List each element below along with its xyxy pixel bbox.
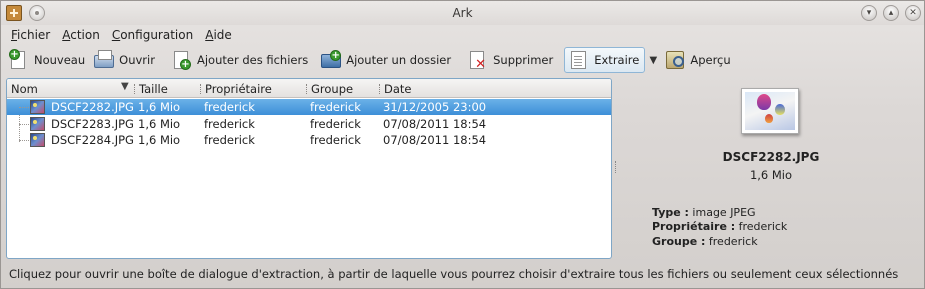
column-separator[interactable] <box>134 84 135 94</box>
add-folder-label: Ajouter un dossier <box>346 53 452 67</box>
menu-aide[interactable]: Aide <box>199 27 238 45</box>
extract-menu-chevron-down-icon[interactable]: ▼ <box>647 55 659 66</box>
preview-button[interactable]: Aperçu <box>661 47 735 73</box>
add-files-label: Ajouter des fichiers <box>196 53 309 67</box>
menu-mnemonic: C <box>111 28 121 42</box>
image-file-icon <box>30 133 45 147</box>
meta-label: Propriétaire : <box>652 220 736 233</box>
column-separator[interactable] <box>306 84 307 94</box>
image-file-icon <box>30 100 45 114</box>
column-header-owner[interactable]: Propriétaire <box>205 82 272 96</box>
cell-size: 1,6 Mio <box>138 100 181 114</box>
open-label: Ouvrir <box>119 53 155 67</box>
extract-label: Extraire <box>594 53 640 67</box>
preview-group: Groupe : frederick <box>652 235 758 248</box>
table-row[interactable]: DSCF2282.JPG 1,6 Mio frederick frederick… <box>7 99 611 115</box>
preview-filename: DSCF2282.JPG <box>722 150 820 164</box>
cell-size: 1,6 Mio <box>138 117 181 131</box>
preview-owner: Propriétaire : frederick <box>652 220 787 233</box>
cell-date: 07/08/2011 18:54 <box>383 133 487 147</box>
meta-label: Type : <box>652 206 689 219</box>
add-folder-button[interactable]: + Ajouter un dossier <box>317 47 456 73</box>
menu-label: ide <box>213 28 232 42</box>
column-header-date[interactable]: Date <box>384 82 412 96</box>
add-folder-icon: + <box>320 49 342 71</box>
menu-bar: Fichier Action Configuration Aide <box>5 27 238 45</box>
cell-group: frederick <box>310 133 361 147</box>
close-icon: ✕ <box>909 8 917 18</box>
cell-name: DSCF2283.JPG <box>51 117 134 131</box>
menu-label: ction <box>70 28 100 42</box>
column-separator[interactable] <box>379 84 380 94</box>
new-archive-button[interactable]: + Nouveau <box>5 47 90 73</box>
menu-action[interactable]: Action <box>56 27 106 45</box>
menu-label: ichier <box>17 28 51 42</box>
minimize-icon: ▾ <box>866 8 872 18</box>
maximize-button[interactable]: ▴ <box>883 5 899 21</box>
preview-type: Type : image JPEG <box>652 206 756 219</box>
delete-button[interactable]: ✕ Supprimer <box>464 47 558 73</box>
cell-date: 31/12/2005 23:00 <box>383 100 487 114</box>
menu-label: onfiguration <box>120 28 194 42</box>
main-toolbar: + Nouveau Ouvrir + Ajouter des fichiers … <box>5 46 736 74</box>
ark-window: Ark ▾ ▴ ✕ Fichier Action Configuration A… <box>0 0 925 289</box>
cell-owner: frederick <box>204 133 255 147</box>
preview-icon <box>664 49 686 71</box>
maximize-icon: ▴ <box>888 8 894 18</box>
cell-name: DSCF2284.JPG <box>51 133 134 147</box>
file-list-header: Nom ▼ Taille Propriétaire Groupe Date <box>7 79 611 98</box>
meta-value: frederick <box>735 220 788 233</box>
panel-splitter-handle[interactable] <box>615 161 617 173</box>
preview-filesize: 1,6 Mio <box>749 168 793 182</box>
preview-thumbnail <box>741 88 799 134</box>
cell-date: 07/08/2011 18:54 <box>383 117 487 131</box>
new-archive-icon: + <box>8 49 30 71</box>
cell-owner: frederick <box>204 117 255 131</box>
table-row[interactable]: DSCF2283.JPG 1,6 Mio frederick frederick… <box>7 116 611 132</box>
add-files-button[interactable]: + Ajouter des fichiers <box>168 47 313 73</box>
balloon-photo-icon <box>745 92 795 130</box>
extract-icon <box>568 49 590 71</box>
cell-name: DSCF2282.JPG <box>51 100 134 114</box>
archive-file-list[interactable]: Nom ▼ Taille Propriétaire Groupe Date DS… <box>6 78 612 259</box>
cell-group: frederick <box>310 117 361 131</box>
open-folder-icon <box>93 49 115 71</box>
new-archive-label: Nouveau <box>34 53 86 67</box>
image-file-icon <box>30 117 45 131</box>
extract-button[interactable]: Extraire <box>564 47 646 73</box>
preview-label: Aperçu <box>690 53 731 67</box>
tree-connector <box>19 124 29 125</box>
tree-connector <box>19 140 29 141</box>
status-bar-text: Cliquez pour ouvrir une boîte de dialogu… <box>9 267 899 281</box>
meta-value: image JPEG <box>688 206 756 219</box>
add-files-icon: + <box>171 49 193 71</box>
title-bar[interactable]: Ark ▾ ▴ ✕ <box>1 1 924 25</box>
menu-fichier[interactable]: Fichier <box>5 27 56 45</box>
cell-owner: frederick <box>204 100 255 114</box>
table-row[interactable]: DSCF2284.JPG 1,6 Mio frederick frederick… <box>7 132 611 148</box>
cell-size: 1,6 Mio <box>138 133 181 147</box>
minimize-button[interactable]: ▾ <box>861 5 877 21</box>
menu-configuration[interactable]: Configuration <box>106 27 199 45</box>
meta-value: frederick <box>705 235 758 248</box>
open-button[interactable]: Ouvrir <box>90 47 160 73</box>
column-header-name[interactable]: Nom <box>11 82 38 96</box>
column-separator[interactable] <box>200 84 201 94</box>
delete-icon: ✕ <box>467 49 489 71</box>
close-button[interactable]: ✕ <box>905 5 921 21</box>
window-title: Ark <box>452 6 473 20</box>
tree-connector <box>19 107 29 108</box>
cell-group: frederick <box>310 100 361 114</box>
sort-chevron-down-icon[interactable]: ▼ <box>121 81 129 92</box>
delete-label: Supprimer <box>493 53 554 67</box>
column-header-size[interactable]: Taille <box>139 82 168 96</box>
meta-label: Groupe : <box>652 235 706 248</box>
column-header-group[interactable]: Groupe <box>311 82 353 96</box>
